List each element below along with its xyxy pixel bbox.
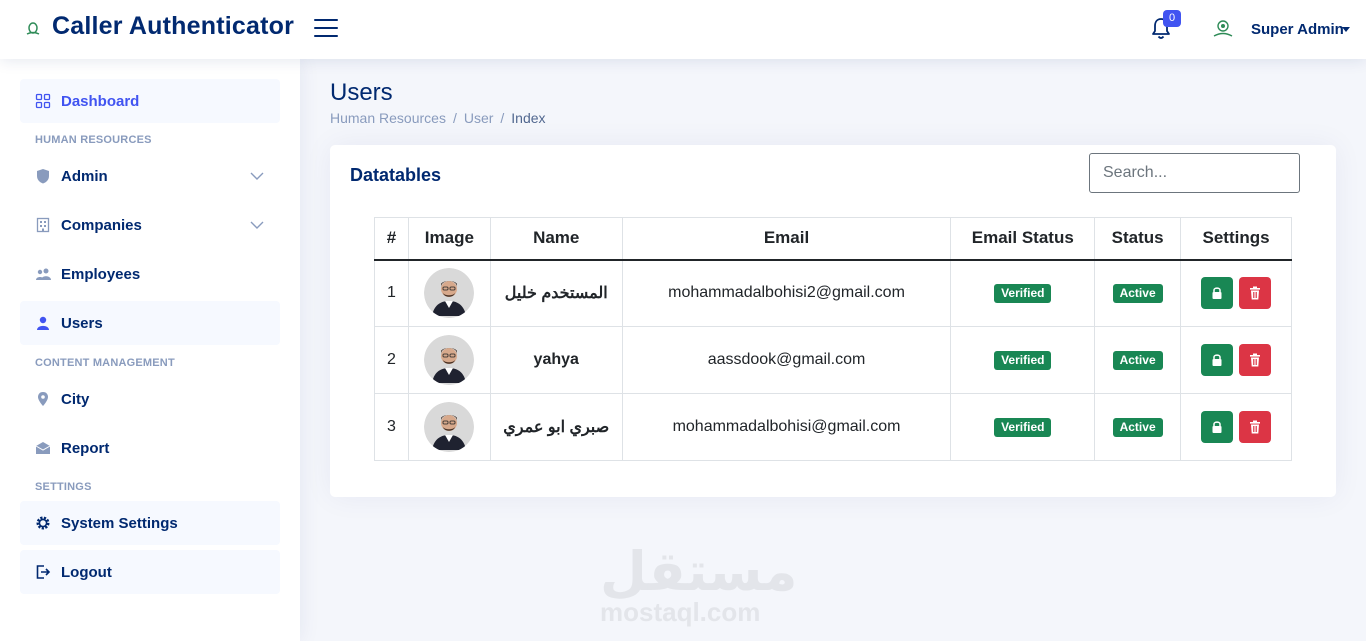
user-photo [424, 402, 475, 452]
column-header[interactable]: Email [621, 217, 952, 261]
delete-button[interactable] [1239, 277, 1272, 310]
breadcrumb-separator: / [500, 110, 505, 126]
watermark-latin: mostaql.com [600, 597, 761, 627]
avatar[interactable] [1212, 17, 1234, 39]
table-row: 2 yahya aassdook@gmail.com Verified Acti… [374, 326, 1292, 394]
people-icon [36, 268, 51, 280]
email-status-badge: Verified [994, 350, 1052, 370]
user-name-cell: yahya [489, 326, 623, 394]
table-row: 1 المستخدم خليل mohammadalbohisi2@gmail.… [374, 259, 1292, 327]
breadcrumb-separator: / [452, 110, 457, 126]
status-badge: Active [1112, 350, 1163, 370]
card-title: Datatables [350, 165, 442, 185]
breadcrumb: Human Resources / User / Index [330, 110, 553, 126]
row-number: 1 [374, 259, 409, 327]
shield-icon [37, 169, 49, 184]
sidebar-item-label: System Settings [61, 514, 178, 532]
user-menu-name[interactable]: Super Admin [1251, 21, 1344, 38]
users-table: # Image Name Email Email Status Status S… [374, 217, 1292, 461]
sidebar-item-users[interactable]: Users [20, 301, 280, 345]
top-header: Caller Authenticator 0 Super Admin [0, 0, 1366, 59]
breadcrumb-item-active: Index [511, 110, 546, 126]
envelope-icon [35, 442, 51, 454]
table-row: 3 صبري ابو عمري mohammadalbohisi@gmail.c… [374, 393, 1292, 461]
grid-icon [35, 93, 51, 109]
table-header-row: # Image Name Email Email Status Status S… [374, 217, 1292, 261]
status-badge: Active [1112, 283, 1163, 303]
building-icon [36, 217, 50, 233]
page-title: Users [330, 79, 393, 106]
sidebar-item-logout[interactable]: Logout [20, 550, 280, 594]
sidebar-item-label: Report [61, 439, 110, 457]
sidebar-item-label: Employees [61, 265, 141, 283]
lock-button[interactable] [1201, 344, 1234, 376]
row-number: 2 [374, 326, 409, 394]
column-header[interactable]: Status [1094, 217, 1182, 261]
sidebar-heading: SETTINGS [35, 481, 92, 493]
delete-button[interactable] [1239, 344, 1272, 376]
user-email-cell: aassdook@gmail.com [621, 326, 952, 394]
lock-icon [1212, 287, 1222, 300]
status-badge: Active [1112, 417, 1163, 437]
logo-icon [26, 22, 40, 35]
column-header[interactable]: Name [489, 217, 623, 261]
column-header[interactable]: Email Status [950, 217, 1096, 261]
gear-icon [36, 516, 50, 530]
logout-icon [36, 565, 51, 579]
email-status-badge: Verified [994, 417, 1052, 437]
user-email-cell: mohammadalbohisi2@gmail.com [621, 259, 952, 327]
sidebar-item-label: Logout [61, 563, 112, 581]
user-name-cell: المستخدم خليل [489, 259, 623, 327]
sidebar-item-system-settings[interactable]: System Settings [20, 501, 280, 545]
sidebar-heading: HUMAN RESOURCES [35, 134, 152, 146]
sidebar-item-label: Admin [61, 167, 108, 185]
chevron-down-icon[interactable] [250, 218, 264, 232]
sidebar-heading: CONTENT MANAGEMENT [35, 357, 175, 369]
column-header[interactable]: Settings [1180, 217, 1292, 261]
sidebar-item-label: Companies [61, 216, 142, 234]
trash-icon [1250, 353, 1261, 367]
sidebar-item-dashboard[interactable]: Dashboard [20, 79, 280, 123]
user-email-cell: mohammadalbohisi@gmail.com [621, 393, 952, 461]
user-photo [424, 268, 475, 319]
sidebar-item-city[interactable]: City [20, 377, 280, 421]
user-photo [424, 335, 475, 385]
search-input[interactable] [1089, 153, 1300, 193]
sidebar-item-admin[interactable]: Admin [20, 154, 280, 198]
trash-icon [1250, 286, 1261, 300]
notification-badge: 0 [1163, 10, 1181, 27]
sidebar-item-label: Users [61, 314, 103, 332]
person-icon [37, 316, 49, 330]
breadcrumb-item[interactable]: User [464, 110, 494, 126]
lock-button[interactable] [1201, 411, 1234, 443]
column-header[interactable]: Image [407, 217, 491, 261]
lock-button[interactable] [1201, 277, 1234, 310]
trash-icon [1250, 420, 1261, 434]
geo-pin-icon [38, 392, 48, 406]
sidebar-item-companies[interactable]: Companies [20, 203, 280, 247]
sidebar-item-label: City [61, 390, 90, 408]
lock-icon [1212, 354, 1222, 366]
chevron-down-icon[interactable] [250, 169, 264, 183]
sidebar-item-employees[interactable]: Employees [20, 252, 280, 296]
delete-button[interactable] [1239, 411, 1272, 443]
sidebar-item-label: Dashboard [61, 92, 140, 110]
breadcrumb-item[interactable]: Human Resources [330, 110, 446, 126]
email-status-badge: Verified [994, 283, 1052, 303]
lock-icon [1212, 421, 1222, 433]
column-header[interactable]: # [374, 217, 409, 261]
watermark-arabic: مستقل [600, 540, 798, 603]
app-title[interactable]: Caller Authenticator [52, 12, 294, 41]
chevron-down-icon[interactable] [1342, 27, 1350, 32]
sidebar-item-report[interactable]: Report [20, 426, 280, 470]
menu-toggle-icon[interactable] [314, 18, 338, 39]
row-number: 3 [374, 393, 409, 461]
user-name-cell: صبري ابو عمري [489, 393, 623, 461]
